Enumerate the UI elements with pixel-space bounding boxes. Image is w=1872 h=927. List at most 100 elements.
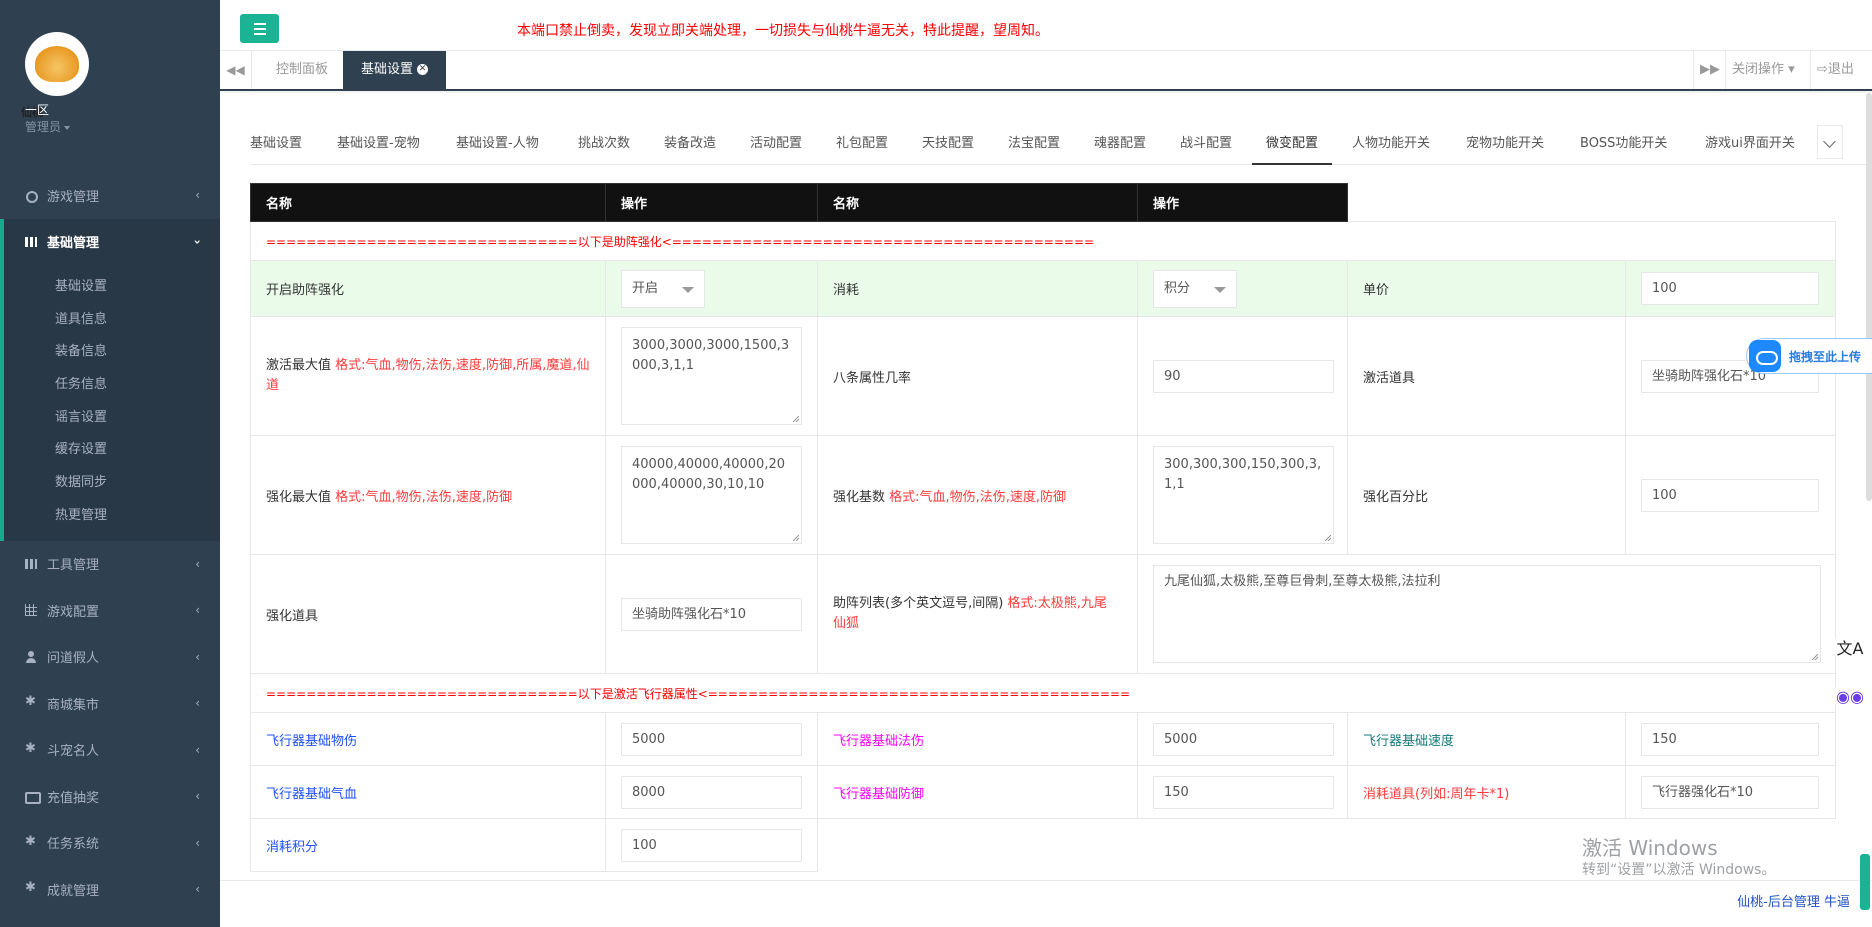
- config-tab[interactable]: 基础设置-人物: [456, 123, 539, 165]
- label-aircraft-phys: 飞行器基础物伤: [250, 712, 606, 766]
- menu-task-system[interactable]: 任务系统 ‹: [0, 820, 220, 867]
- config-tab[interactable]: 基础设置: [250, 123, 302, 165]
- aircraft-def-input[interactable]: 150: [1153, 775, 1334, 809]
- label-consume-item: 消耗道具(列如:周年卡*1): [1347, 765, 1626, 819]
- drag-upload-widget[interactable]: 拖拽至此上传: [1746, 338, 1872, 374]
- avatar[interactable]: 仙桃: [21, 32, 89, 119]
- cutlery-icon: [25, 236, 38, 248]
- submenu-item-task-info[interactable]: 任务信息: [4, 369, 220, 402]
- windows-activation-hint: 转到“设置”以激活 Windows。: [1582, 862, 1776, 878]
- submenu-item-basic-settings[interactable]: 基础设置: [4, 271, 220, 304]
- cost-type-select[interactable]: 积分: [1153, 269, 1237, 308]
- config-tab[interactable]: 人物功能开关: [1352, 123, 1430, 165]
- footer: 仙桃-后台管理 牛逼: [220, 880, 1872, 927]
- config-tab[interactable]: 宠物功能开关: [1466, 123, 1544, 165]
- config-tab[interactable]: 魂器配置: [1094, 123, 1146, 165]
- aircraft-hp-input[interactable]: 8000: [621, 775, 802, 809]
- upload-label: 拖拽至此上传: [1789, 349, 1862, 364]
- chevron-left-icon: ‹: [195, 188, 200, 203]
- label-aircraft-speed: 飞行器基础速度: [1347, 712, 1626, 766]
- label-boost-base: 强化基数 格式:气血,物伤,法伤,速度,防御: [817, 435, 1138, 555]
- label-unit-price: 单价: [1347, 260, 1626, 317]
- chevron-left-icon: ‹: [195, 835, 200, 850]
- boost-percent-input[interactable]: 100: [1641, 478, 1819, 512]
- menu-basic-management[interactable]: 基础管理 ›: [0, 218, 220, 265]
- notice-banner: 本端口禁止倒卖，发现立即关端处理，一切损失与仙桃牛逼无关，特此提醒，望周知。: [517, 23, 1049, 39]
- config-tab[interactable]: 战斗配置: [1180, 123, 1232, 165]
- table-row: 激活最大值 格式:气血,物伤,法伤,速度,防御,所属,魔道,仙道 3000,30…: [250, 316, 1836, 436]
- config-tab[interactable]: 游戏ui界面开关: [1705, 123, 1795, 165]
- tab-basic-settings[interactable]: 基础设置 ✕: [343, 51, 447, 89]
- logout-button[interactable]: ⇨退出: [1810, 51, 1860, 89]
- role-dropdown[interactable]: 管理员: [25, 118, 70, 135]
- menu-mall-market[interactable]: 商城集市 ‹: [0, 680, 220, 727]
- enable-boost-select[interactable]: 开启: [621, 269, 705, 308]
- submenu-item-data-sync[interactable]: 数据同步: [4, 467, 220, 500]
- menu-pet-celebrity[interactable]: 斗宠名人 ‹: [0, 727, 220, 774]
- consume-item-input[interactable]: 飞行器强化石*10: [1641, 775, 1819, 809]
- menu-game-config[interactable]: 游戏配置 ‹: [0, 587, 220, 634]
- config-tab[interactable]: 天技配置: [922, 123, 974, 165]
- chevron-down-icon: ›: [190, 239, 205, 245]
- unit-price-input[interactable]: 100: [1641, 272, 1819, 305]
- gear-icon: [25, 834, 38, 849]
- menu-recharge-lottery[interactable]: 充值抽奖 ‹: [0, 773, 220, 820]
- close-tab-icon[interactable]: ✕: [417, 64, 429, 75]
- label-boost-max: 强化最大值 格式:气血,物伤,法伤,速度,防御: [250, 435, 606, 555]
- gear-icon: [25, 741, 38, 756]
- vertical-scrollbar[interactable]: [1866, 93, 1872, 501]
- menu-fake-players[interactable]: 问道假人 ‹: [0, 634, 220, 681]
- tabs-scroll-left-icon[interactable]: ◀◀: [220, 51, 252, 89]
- aircraft-phys-input[interactable]: 5000: [621, 722, 802, 756]
- activate-max-textarea[interactable]: 3000,3000,3000,1500,3000,3,1,1: [621, 327, 802, 425]
- menu-achievement[interactable]: 成就管理 ‹: [0, 866, 220, 913]
- separator-text: ===============================以下是激活飞行器属…: [250, 673, 1836, 713]
- submenu-item-item-info[interactable]: 道具信息: [4, 304, 220, 337]
- assistant-bot-icon[interactable]: ◉◉: [1833, 679, 1867, 713]
- boost-item-input[interactable]: 坐骑助阵强化石*10: [621, 597, 802, 631]
- tabs-more-dropdown[interactable]: [1817, 125, 1843, 159]
- menu-game-management[interactable]: 游戏管理 ‹: [0, 172, 220, 219]
- config-tab[interactable]: 礼包配置: [836, 123, 888, 165]
- col-header: 操作: [605, 183, 818, 222]
- boost-base-textarea[interactable]: 300,300,300,150,300,3,1,1: [1153, 446, 1334, 544]
- submenu-item-cache-settings[interactable]: 缓存设置: [4, 434, 220, 467]
- boost-max-textarea[interactable]: 40000,40000,40000,20000,40000,30,10,10: [621, 446, 802, 544]
- cutlery-icon: [25, 558, 38, 570]
- aircraft-speed-input[interactable]: 150: [1641, 722, 1819, 756]
- server-zone: 一区: [25, 103, 50, 117]
- config-tab[interactable]: 活动配置: [750, 123, 802, 165]
- config-tab-active[interactable]: 微变配置: [1252, 123, 1333, 165]
- label-text: 强化最大值: [266, 489, 332, 505]
- hamburger-menu-button[interactable]: [240, 14, 279, 43]
- helper-list-textarea[interactable]: 九尾仙狐,太极熊,至尊巨骨刺,至尊太极熊,法拉利: [1153, 565, 1821, 663]
- menu-tool-management[interactable]: 工具管理 ‹: [0, 541, 220, 588]
- aircraft-magic-input[interactable]: 5000: [1153, 722, 1334, 756]
- label-text: 强化基数: [833, 489, 886, 505]
- main-content: 基础设置 基础设置-宠物 基础设置-人物 挑战次数 装备改造 活动配置 礼包配置…: [220, 93, 1872, 880]
- gear-icon: [25, 694, 38, 709]
- config-tab[interactable]: BOSS功能开关: [1580, 123, 1667, 165]
- tab-dashboard[interactable]: 控制面板: [258, 51, 346, 89]
- separator-text: ===============================以下是助阵强化<=…: [250, 221, 1836, 261]
- label-consume-points: 消耗积分: [250, 818, 606, 872]
- submenu-item-rumor-settings[interactable]: 谣言设置: [4, 402, 220, 435]
- config-tab[interactable]: 装备改造: [664, 123, 716, 165]
- config-tab[interactable]: 挑战次数: [578, 123, 630, 165]
- submenu-item-equipment-info[interactable]: 装备信息: [4, 336, 220, 369]
- submenu-item-hot-update[interactable]: 热更管理: [4, 500, 220, 533]
- user-icon: [25, 650, 38, 663]
- table-row: 飞行器基础物伤 5000 飞行器基础法伤 5000 飞行器基础速度 150: [250, 712, 1836, 766]
- menu-label: 商城集市: [47, 697, 100, 713]
- translate-icon[interactable]: 文A: [1833, 630, 1867, 664]
- tabs-scroll-right-icon[interactable]: ▶▶: [1693, 51, 1725, 89]
- config-tab[interactable]: 基础设置-宠物: [337, 123, 420, 165]
- eight-attr-rate-input[interactable]: 90: [1153, 359, 1334, 393]
- config-tab[interactable]: 法宝配置: [1008, 123, 1060, 165]
- consume-points-input[interactable]: 100: [621, 828, 802, 862]
- menu-label: 游戏配置: [47, 604, 100, 620]
- cloud-upload-icon: [1749, 340, 1781, 372]
- chevron-left-icon: ‹: [195, 696, 200, 711]
- close-operations-dropdown[interactable]: 关闭操作 ▾: [1725, 51, 1801, 89]
- assistant-drag-handle[interactable]: [1860, 854, 1870, 910]
